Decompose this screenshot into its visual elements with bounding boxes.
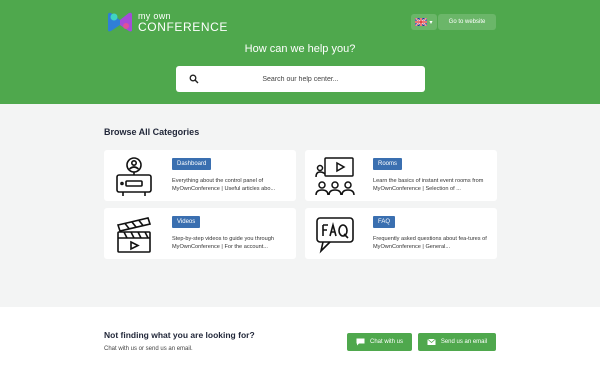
category-tag: FAQ	[373, 216, 396, 228]
email-button-label: Send us an email	[440, 339, 488, 345]
category-card-faq[interactable]: FAQ Frequently asked questions about fea…	[305, 208, 497, 259]
monitor-user-icon	[116, 157, 152, 196]
category-tag: Videos	[172, 216, 201, 228]
category-description: Frequently asked questions about fea-tur…	[373, 236, 487, 250]
hero-title: How can we help you?	[244, 43, 356, 55]
language-selector[interactable]: ▾	[411, 14, 437, 30]
clapperboard-icon	[116, 217, 152, 253]
category-tag: Dashboard	[172, 158, 212, 170]
chat-with-us-button[interactable]: Chat with us	[347, 333, 412, 351]
category-card-rooms[interactable]: Rooms Learn the basics of instant event …	[305, 150, 497, 201]
category-card-dashboard[interactable]: Dashboard Everything about the control p…	[104, 150, 296, 201]
brand-logo[interactable]: my own CONFERENCE	[106, 10, 228, 34]
search-input[interactable]	[176, 75, 425, 83]
category-description: Everything about the control panel of My…	[172, 178, 276, 192]
logo-mark-icon	[108, 12, 132, 32]
category-card-videos[interactable]: Videos Step-by-step videos to guide you …	[104, 208, 296, 259]
envelope-icon	[427, 338, 436, 345]
presentation-audience-icon	[315, 157, 355, 196]
logo-text: my own CONFERENCE	[138, 11, 229, 34]
logo-line-2: CONFERENCE	[138, 19, 229, 34]
categories-title: Browse All Categories	[104, 127, 200, 137]
category-description: Step-by-step videos to guide you through…	[172, 236, 274, 250]
go-to-website-button[interactable]: Go to website	[438, 14, 496, 30]
send-email-button[interactable]: Send us an email	[418, 333, 496, 351]
chat-icon	[356, 338, 365, 346]
search-box[interactable]	[176, 66, 425, 92]
faq-bubble-icon	[316, 217, 354, 254]
category-description: Learn the basics of instant event rooms …	[373, 178, 484, 192]
category-tag: Rooms	[373, 158, 403, 170]
footer-panel	[0, 307, 600, 375]
chevron-down-icon: ▾	[429, 19, 433, 26]
search-icon	[189, 74, 199, 84]
footer-subtitle: Chat with us or send us an email.	[104, 346, 193, 352]
uk-flag-icon	[415, 18, 428, 26]
footer-title: Not finding what you are looking for?	[104, 330, 255, 340]
chat-button-label: Chat with us	[369, 339, 403, 345]
